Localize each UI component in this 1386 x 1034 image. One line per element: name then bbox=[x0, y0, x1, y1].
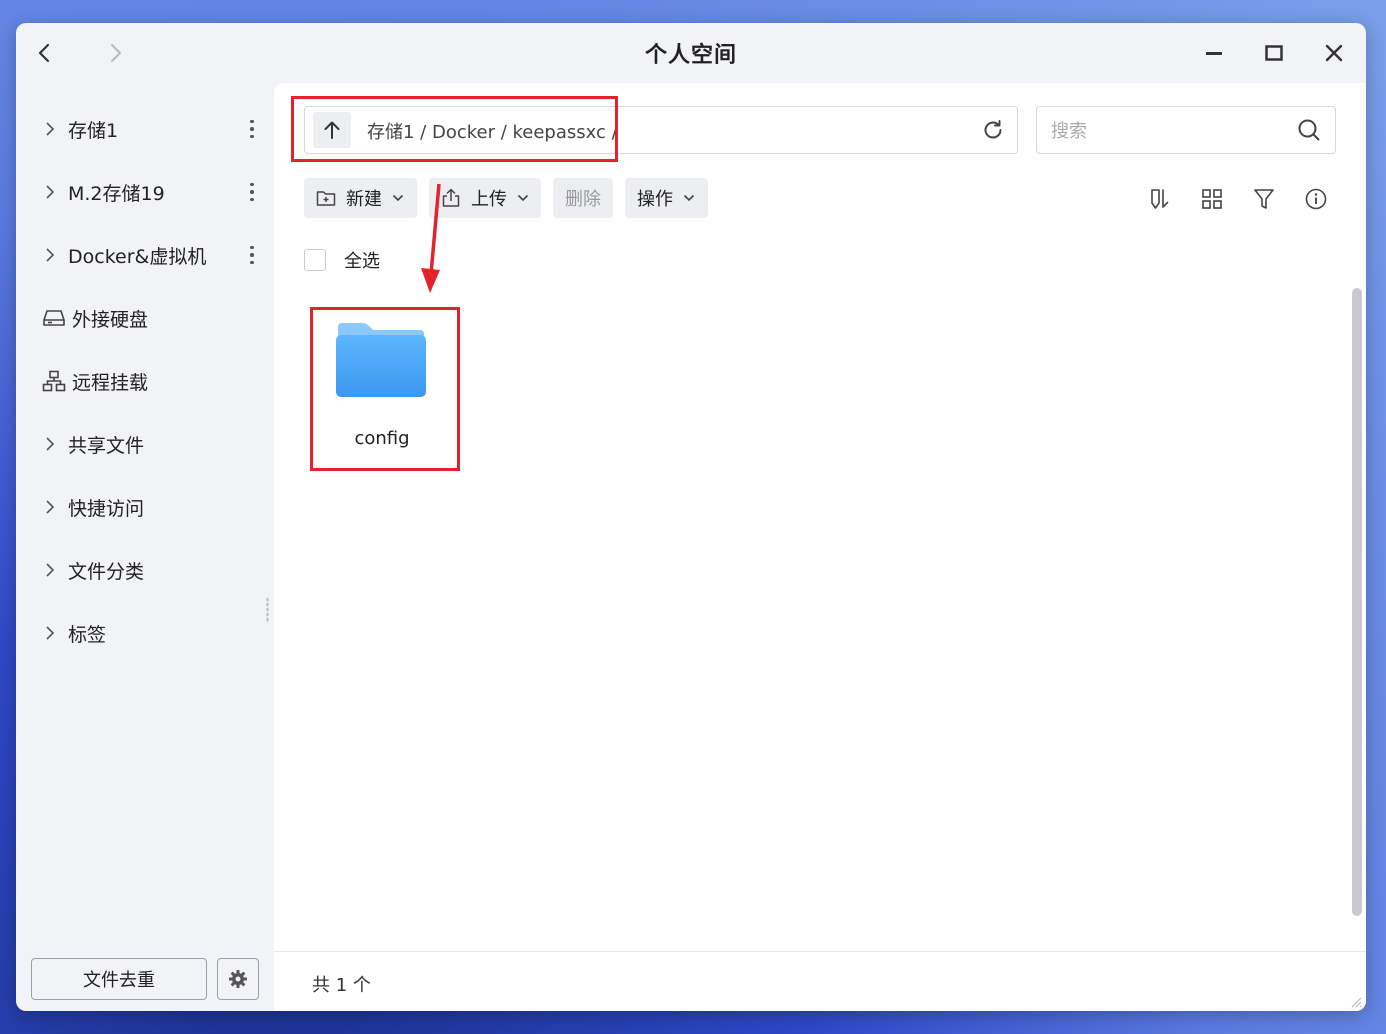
new-folder-icon bbox=[316, 189, 336, 207]
filter-icon[interactable] bbox=[1251, 186, 1277, 212]
upload-icon bbox=[441, 188, 461, 208]
sidebar-item-shared-files[interactable]: 共享文件 bbox=[32, 422, 262, 466]
sidebar-item-remote-mount[interactable]: 远程挂载 bbox=[36, 359, 266, 403]
folder-icon bbox=[336, 323, 426, 397]
file-name: config bbox=[354, 428, 410, 449]
file-manager-window: 个人空间 存储1 M.2存储19 Docker&虚拟机 外接硬盘 远程挂载 共享… bbox=[16, 23, 1366, 1011]
search-icon[interactable] bbox=[1297, 118, 1321, 146]
refresh-icon bbox=[984, 120, 1002, 139]
sidebar: 存储1 M.2存储19 Docker&虚拟机 外接硬盘 远程挂载 共享文件 快捷… bbox=[16, 83, 274, 1011]
sidebar-item-label: Docker&虚拟机 bbox=[68, 245, 207, 268]
sidebar-item-label: M.2存储19 bbox=[68, 182, 165, 205]
search-input[interactable] bbox=[1049, 115, 1293, 147]
maximize-icon bbox=[1265, 45, 1283, 61]
item-count: 共 1 个 bbox=[312, 975, 371, 996]
maximize-button[interactable] bbox=[1258, 37, 1290, 69]
file-dedup-button[interactable]: 文件去重 bbox=[31, 958, 207, 1000]
select-all-checkbox[interactable] bbox=[304, 249, 326, 271]
chevron-down-icon bbox=[683, 194, 695, 202]
sidebar-item-label: 标签 bbox=[68, 623, 107, 646]
search-box bbox=[1036, 106, 1336, 154]
grid-view-icon[interactable] bbox=[1199, 186, 1225, 212]
minimize-button[interactable] bbox=[1198, 37, 1230, 69]
parent-folder-button[interactable] bbox=[313, 112, 351, 148]
main-panel: 存储1 / Docker / keepassxc / 新建 上传 删除 bbox=[274, 83, 1366, 1011]
window-title: 个人空间 bbox=[644, 43, 737, 68]
gear-icon bbox=[229, 970, 247, 988]
info-icon[interactable] bbox=[1303, 186, 1329, 212]
title-bar: 个人空间 bbox=[16, 23, 1366, 83]
settings-button[interactable] bbox=[217, 958, 259, 1000]
new-button-label: 新建 bbox=[346, 189, 382, 210]
divider bbox=[274, 951, 1366, 952]
chevron-right-icon bbox=[32, 122, 68, 136]
more-menu-icon[interactable] bbox=[242, 245, 262, 265]
list-item[interactable]: config bbox=[332, 323, 432, 459]
sidebar-item-file-categories[interactable]: 文件分类 bbox=[32, 548, 262, 592]
resize-grip-icon[interactable] bbox=[1348, 993, 1362, 1008]
upload-button[interactable]: 上传 bbox=[429, 178, 541, 218]
chevron-right-icon bbox=[32, 500, 68, 514]
chevron-down-icon bbox=[517, 194, 529, 202]
sidebar-item-label: 远程挂载 bbox=[72, 371, 149, 394]
sidebar-item-external-drive[interactable]: 外接硬盘 bbox=[36, 296, 266, 340]
refresh-button[interactable] bbox=[979, 116, 1007, 144]
chevron-right-icon bbox=[32, 626, 68, 640]
action-button[interactable]: 操作 bbox=[625, 178, 708, 218]
action-button-label: 操作 bbox=[637, 189, 673, 210]
more-menu-icon[interactable] bbox=[242, 182, 262, 202]
delete-button[interactable]: 删除 bbox=[553, 178, 613, 218]
sidebar-item-tags[interactable]: 标签 bbox=[32, 611, 262, 655]
breadcrumb[interactable]: 存储1 / Docker / keepassxc / bbox=[367, 118, 618, 144]
sidebar-item-label: 存储1 bbox=[68, 119, 119, 142]
upload-button-label: 上传 bbox=[471, 189, 507, 210]
minimize-icon bbox=[1206, 52, 1222, 55]
sort-icon[interactable] bbox=[1147, 186, 1173, 212]
chevron-down-icon bbox=[392, 194, 404, 202]
path-bar[interactable]: 存储1 / Docker / keepassxc / bbox=[304, 106, 1018, 154]
network-mount-icon bbox=[36, 370, 72, 392]
new-button[interactable]: 新建 bbox=[304, 178, 417, 218]
sidebar-item-m2-storage19[interactable]: M.2存储19 bbox=[32, 170, 262, 214]
select-all-label: 全选 bbox=[344, 251, 380, 272]
sidebar-item-label: 外接硬盘 bbox=[72, 308, 149, 331]
sidebar-item-docker-vm[interactable]: Docker&虚拟机 bbox=[32, 233, 262, 277]
close-icon bbox=[1325, 44, 1343, 62]
chevron-right-icon bbox=[32, 185, 68, 199]
chevron-right-icon bbox=[32, 563, 68, 577]
sidebar-item-label: 共享文件 bbox=[68, 434, 145, 457]
chevron-right-icon bbox=[32, 248, 68, 262]
sidebar-item-storage1[interactable]: 存储1 bbox=[32, 107, 262, 151]
sidebar-item-label: 快捷访问 bbox=[68, 497, 145, 520]
external-drive-icon bbox=[36, 308, 72, 328]
select-all-row: 全选 bbox=[304, 247, 380, 273]
sidebar-item-label: 文件分类 bbox=[68, 560, 145, 583]
chevron-right-icon bbox=[32, 437, 68, 451]
sidebar-resize-handle[interactable] bbox=[266, 597, 269, 623]
arrow-up-icon bbox=[324, 121, 340, 139]
more-menu-icon[interactable] bbox=[242, 119, 262, 139]
close-button[interactable] bbox=[1318, 37, 1350, 69]
scrollbar[interactable] bbox=[1352, 288, 1362, 916]
sidebar-item-quick-access[interactable]: 快捷访问 bbox=[32, 485, 262, 529]
